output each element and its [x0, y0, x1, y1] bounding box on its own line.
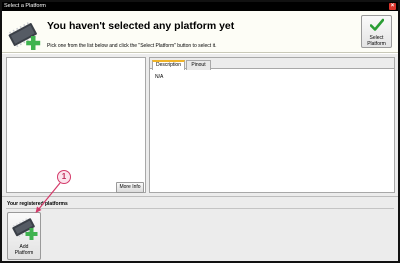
header-subtitle: Pick one from the list below and click t…: [47, 43, 217, 49]
close-icon: ×: [390, 3, 395, 9]
select-platform-button[interactable]: Select Platform: [361, 15, 392, 48]
tab-pinout[interactable]: Pinout: [186, 60, 211, 70]
title-bar: Select a Platform ×: [2, 2, 398, 11]
close-button[interactable]: ×: [389, 3, 396, 10]
window-title: Select a Platform: [4, 3, 46, 9]
board-add-icon: [12, 218, 38, 240]
checkmark-icon: [370, 18, 384, 31]
select-platform-label-line2: Platform: [367, 41, 386, 47]
description-content: N/A: [155, 74, 164, 80]
header-title: You haven't selected any platform yet: [47, 20, 235, 32]
header-panel: You haven't selected any platform yet Pi…: [2, 11, 398, 53]
add-platform-label: Add Platform: [8, 244, 40, 256]
step-callout-badge: 1: [57, 170, 71, 184]
select-platform-label: Select Platform: [362, 35, 391, 47]
details-pane: Description Pinout N/A: [149, 57, 395, 193]
more-info-button[interactable]: More Info: [116, 182, 144, 193]
add-platform-button[interactable]: Add Platform: [7, 212, 41, 260]
tab-description[interactable]: Description: [152, 60, 185, 70]
details-tabs: Description Pinout: [150, 58, 394, 70]
platform-list[interactable]: [6, 57, 146, 193]
add-platform-label-line2: Platform: [14, 250, 34, 256]
divider: [6, 208, 394, 209]
board-add-icon: [8, 22, 41, 50]
registered-platforms-title: Your registered platforms: [7, 201, 68, 207]
registered-platforms-section: Your registered platforms Add Platform: [2, 196, 398, 261]
select-platform-window: Select a Platform × You haven't selected…: [0, 0, 400, 263]
